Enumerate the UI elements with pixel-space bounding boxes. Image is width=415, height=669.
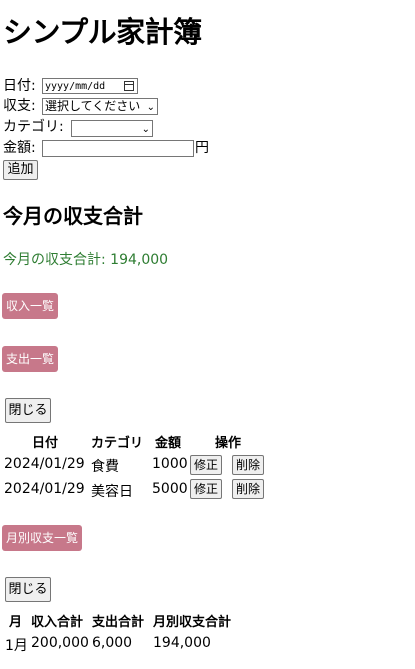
row-date: 2024/01/29 [4,456,85,472]
date-label: 日付: [3,78,36,94]
monthly-header-expense: 支出合計 [92,615,145,630]
amount-label: 金額: [3,140,36,156]
page-title: シンプル家計簿 [3,15,202,49]
date-input[interactable]: yyyy/mm/dd [42,78,138,94]
row-category: 食費 [91,459,119,475]
delete-button[interactable]: 削除 [232,479,265,499]
category-row: カテゴリ: [3,118,64,136]
monthly-header-balance: 月別収支合計 [153,615,232,630]
category-select[interactable]: ⌄ [71,120,153,137]
monthly-close-button[interactable]: 閉じる [5,577,51,602]
amount-input[interactable] [42,140,194,157]
row-income: 200,000 [31,635,89,651]
calendar-icon[interactable] [124,81,134,91]
row-date: 2024/01/29 [4,481,85,497]
income-list-button[interactable]: 収入一覧 [2,293,59,319]
edit-button[interactable]: 修正 [190,479,223,499]
row-amount: 1000 [152,456,188,472]
chevron-down-icon: ⌄ [146,102,155,113]
row-month: 1月 [5,638,28,654]
row-balance: 194,000 [153,635,211,651]
add-button[interactable]: 追加 [3,160,38,180]
expense-header-date: 日付 [32,436,59,451]
monthly-header-month: 月 [9,615,23,630]
amount-row: 金額: [3,139,36,157]
expense-header-actions: 操作 [215,436,242,451]
summary-heading: 今月の収支合計 [3,204,143,228]
type-label: 収支: [3,98,36,114]
monthly-header-income: 収入合計 [31,615,84,630]
expense-header-category: カテゴリ [91,436,144,451]
type-select[interactable]: 選択してください ⌄ [42,98,158,115]
monthly-list-button[interactable]: 月別収支一覧 [2,525,83,551]
type-selected-value: 選択してください [45,99,141,113]
type-row: 収支: [3,97,36,115]
amount-unit: 円 [195,140,209,156]
date-placeholder: yyyy/mm/dd [45,81,106,92]
row-expense: 6,000 [92,635,133,651]
edit-button[interactable]: 修正 [190,455,223,475]
row-category: 美容日 [91,484,133,500]
chevron-down-icon: ⌄ [141,124,150,135]
row-amount: 5000 [152,481,188,497]
category-label: カテゴリ: [3,119,64,135]
monthly-total-text: 今月の収支合計: 194,000 [3,252,169,268]
expense-list-button[interactable]: 支出一覧 [2,346,59,372]
expense-close-button[interactable]: 閉じる [5,398,51,423]
date-row: 日付: [3,77,36,95]
delete-button[interactable]: 削除 [232,455,265,475]
expense-header-amount: 金額 [155,436,182,451]
